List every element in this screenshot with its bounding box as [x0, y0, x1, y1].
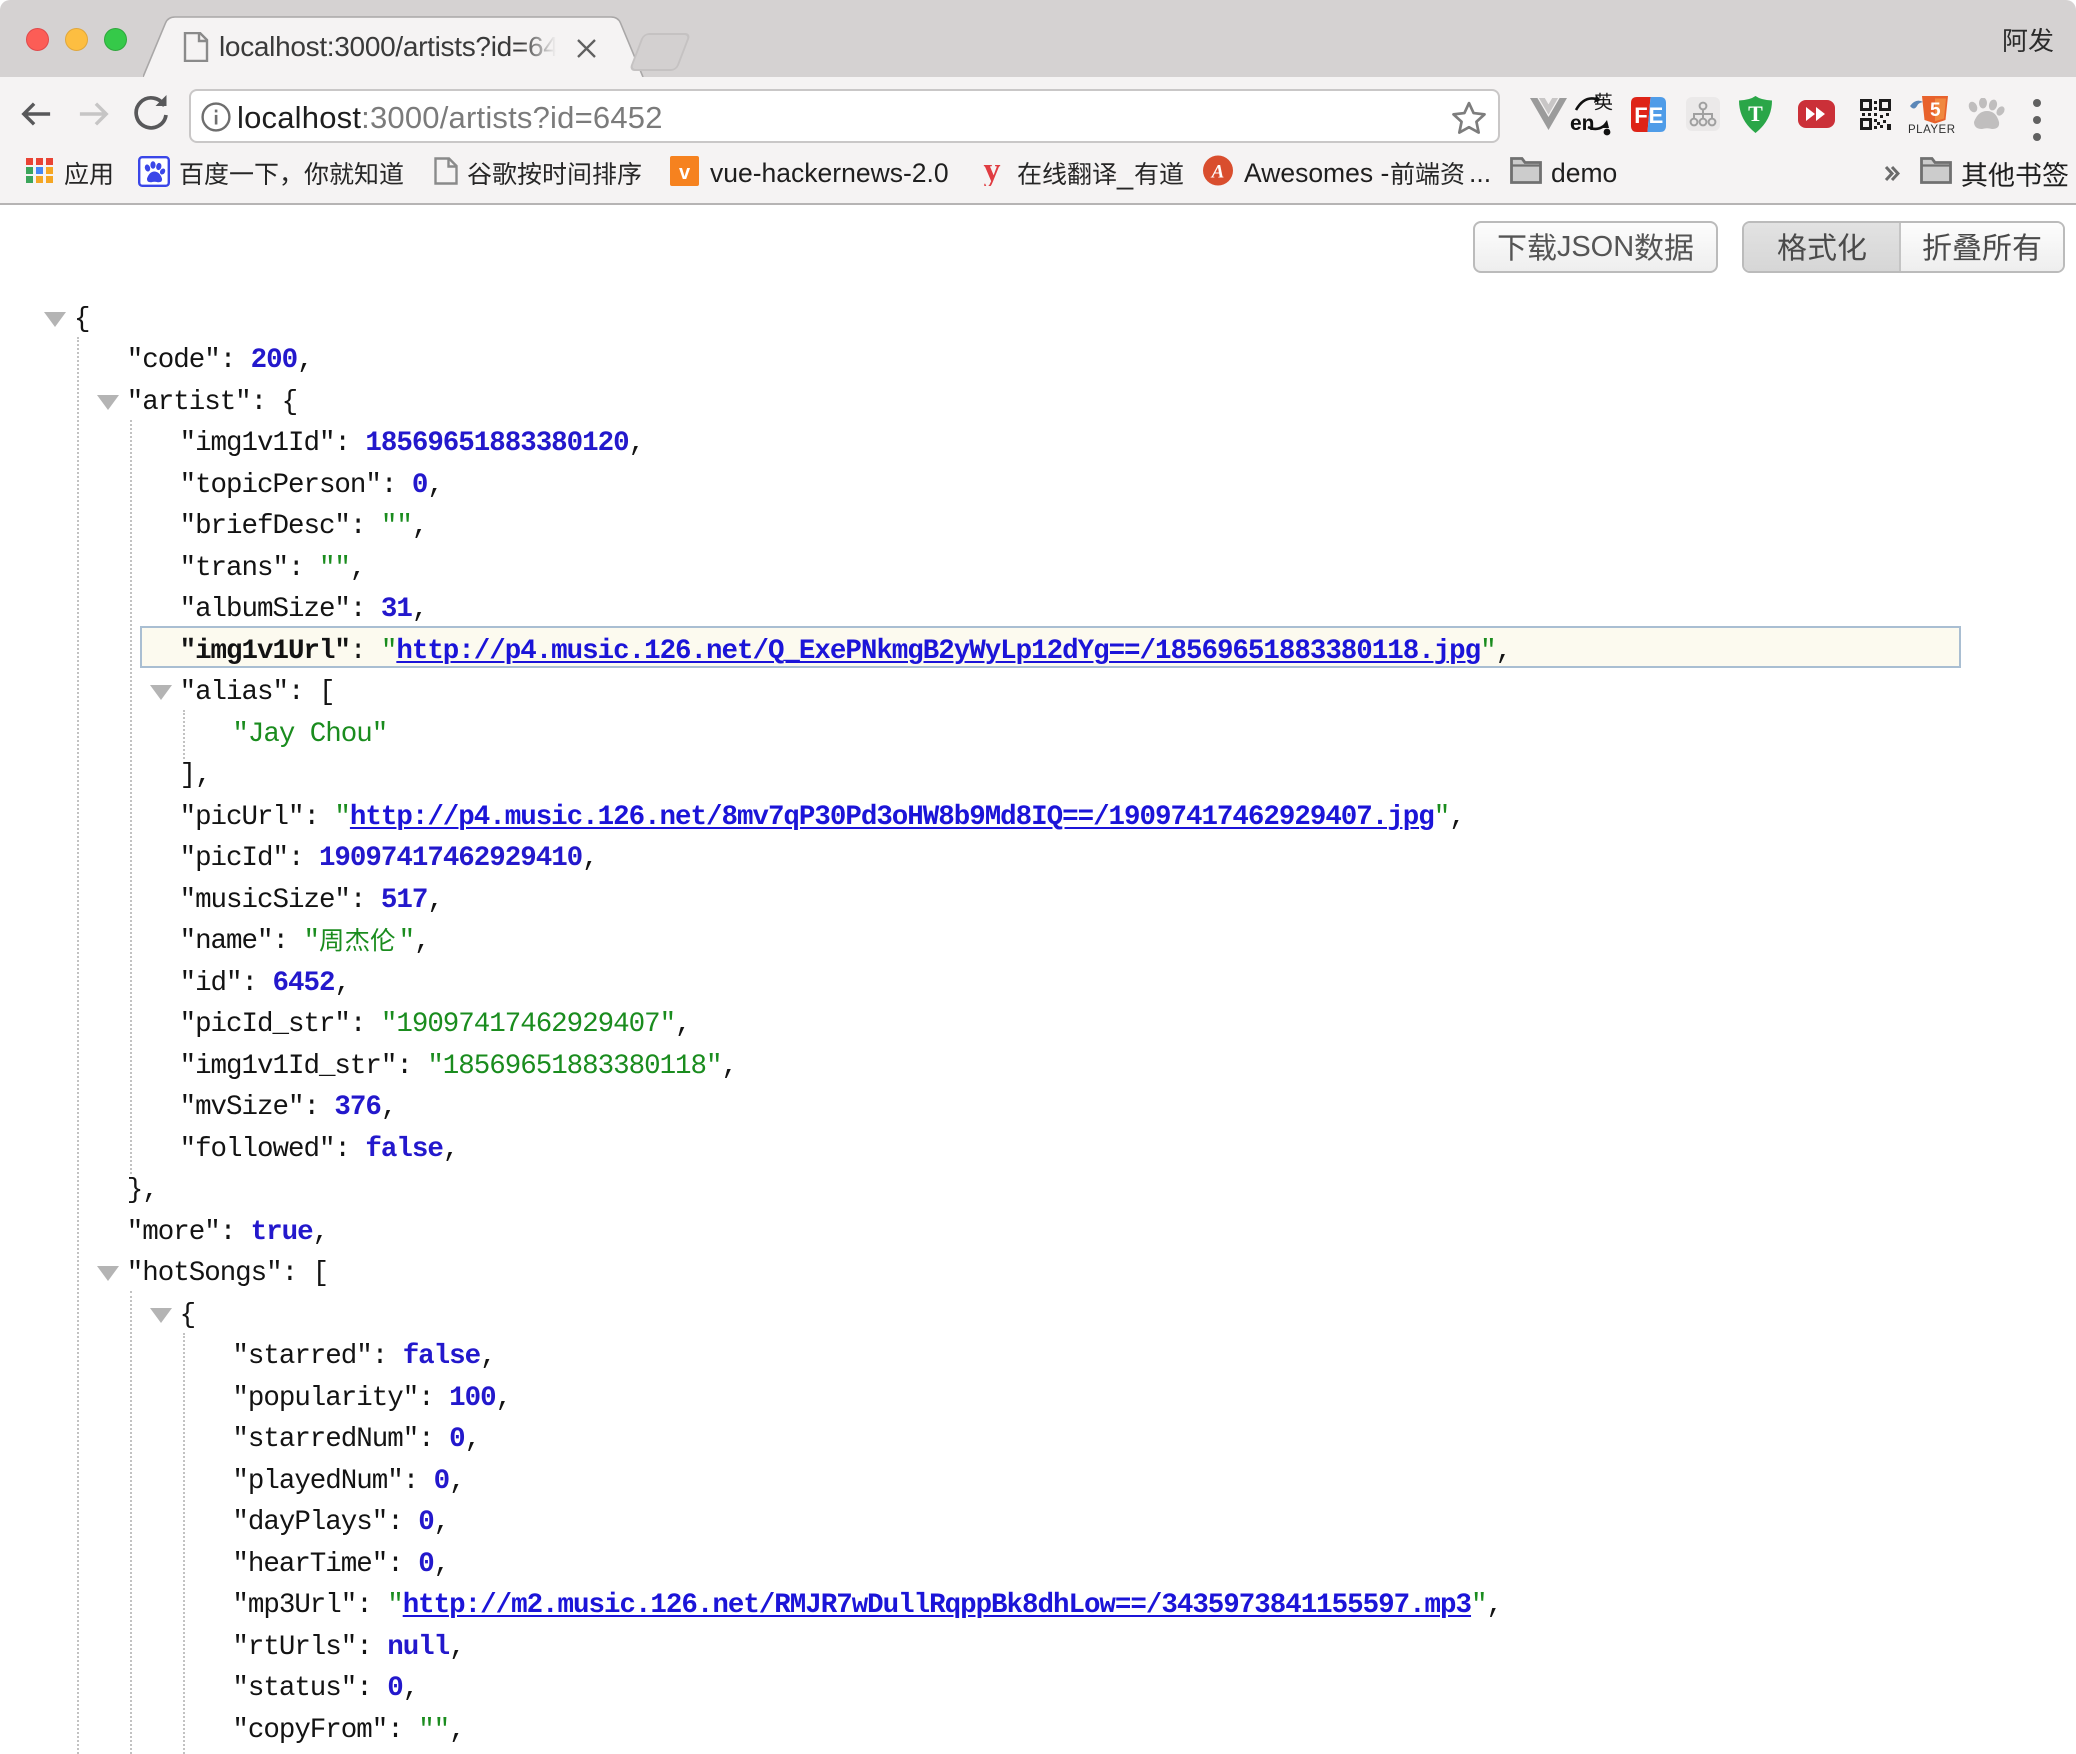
svg-text:A: A: [1211, 162, 1225, 183]
svg-text:y: y: [984, 156, 1001, 186]
svg-text:E: E: [1649, 103, 1664, 128]
svg-text:v: v: [679, 162, 691, 184]
svg-text:T: T: [1748, 101, 1763, 126]
svg-text:F: F: [1634, 103, 1647, 128]
svg-text:5: 5: [1930, 100, 1941, 121]
